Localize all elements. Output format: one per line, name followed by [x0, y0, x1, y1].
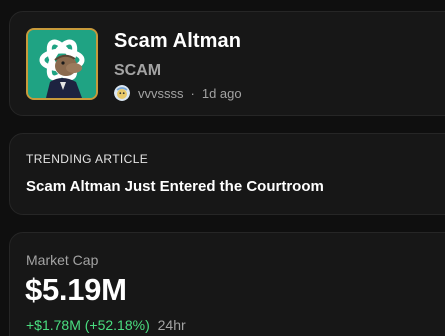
token-ticker: SCAM — [114, 62, 162, 79]
creator-row: vvvssss · 1d ago — [114, 84, 242, 102]
trending-label: TRENDING ARTICLE — [26, 152, 149, 166]
token-avatar-image — [28, 30, 96, 98]
trending-article-card[interactable]: TRENDING ARTICLE Scam Altman Just Entere… — [9, 133, 445, 215]
token-avatar — [26, 28, 98, 100]
token-card[interactable]: Scam Altman SCAM vvvssss · 1d ago — [9, 11, 445, 116]
market-cap-period: 24hr — [157, 317, 186, 333]
creator-avatar-icon — [114, 85, 130, 101]
market-cap-change: +$1.78M (+52.18%) — [26, 317, 150, 333]
market-cap-card: Market Cap $5.19M +$1.78M (+52.18%) 24hr — [9, 232, 445, 336]
created-time: 1d ago — [201, 85, 242, 101]
page: Scam Altman SCAM vvvssss · 1d ago TRENDI… — [0, 0, 445, 336]
creator-name[interactable]: vvvssss — [138, 86, 184, 101]
market-cap-value: $5.19M — [25, 272, 127, 307]
token-name: Scam Altman — [114, 30, 242, 52]
market-cap-label: Market Cap — [26, 252, 99, 268]
creator-avatar[interactable] — [114, 85, 130, 101]
market-cap-change-row: +$1.78M (+52.18%) 24hr — [26, 317, 186, 333]
separator-dot: · — [190, 85, 195, 101]
trending-article-title[interactable]: Scam Altman Just Entered the Courtroom — [26, 178, 324, 195]
